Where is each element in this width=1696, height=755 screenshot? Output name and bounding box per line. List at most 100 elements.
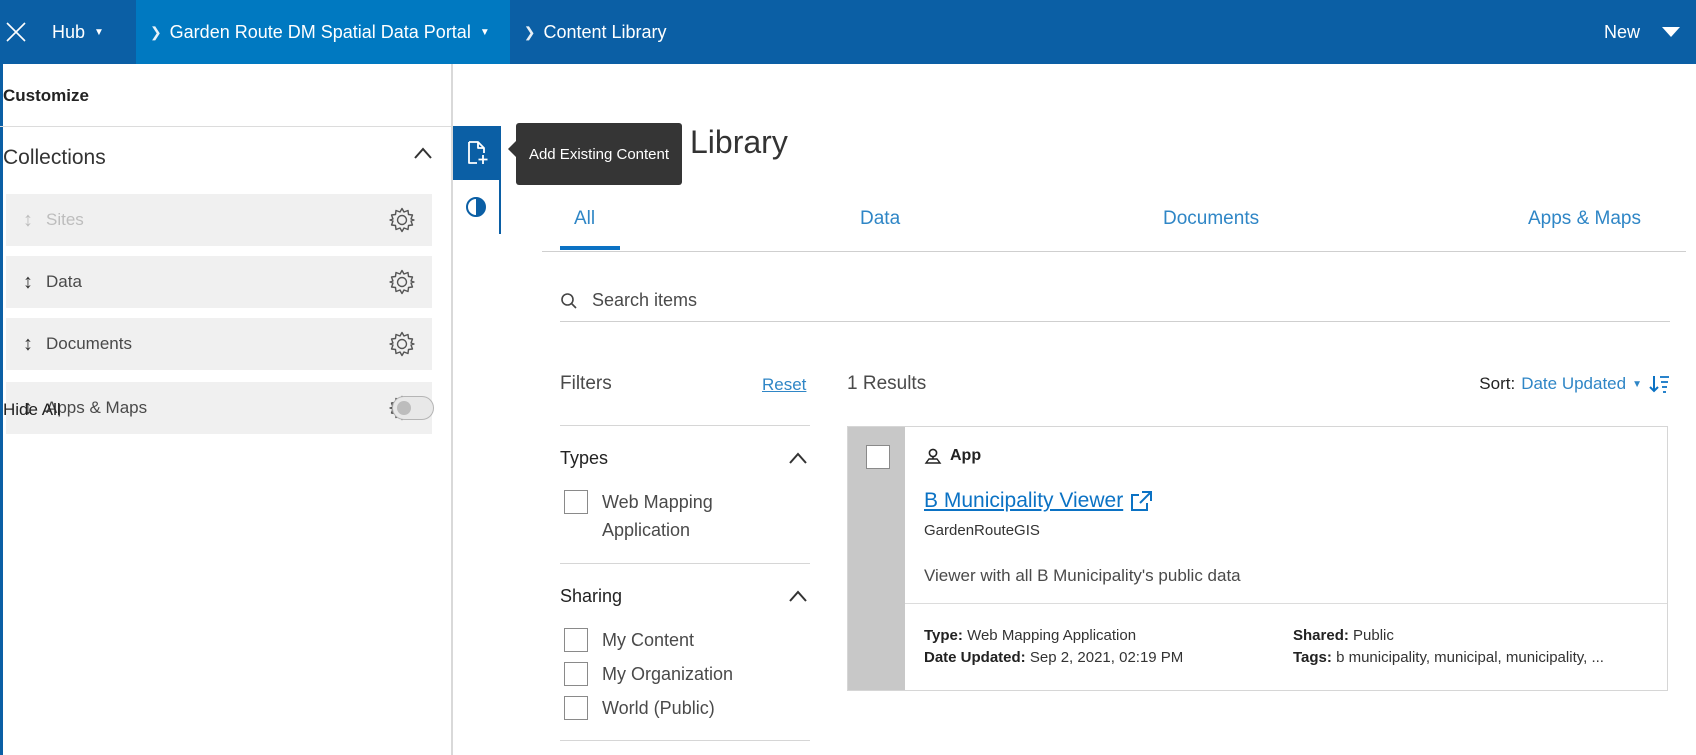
chevron-up-icon[interactable] <box>413 146 433 165</box>
caret-down-icon: ▼ <box>94 26 104 38</box>
drag-handle-icon[interactable]: ↕ <box>6 271 42 294</box>
item-shared-meta: Shared: Public <box>1293 627 1394 644</box>
page-label: Content Library <box>543 21 667 42</box>
item-date-meta: Date Updated: Sep 2, 2021, 02:19 PM <box>924 649 1183 666</box>
meta-value: b municipality, municipal, municipality,… <box>1336 649 1604 666</box>
results-count: 1 Results <box>847 373 927 394</box>
reset-filters-link[interactable]: Reset <box>762 375 806 395</box>
checkbox[interactable] <box>564 662 588 686</box>
checkbox[interactable] <box>564 696 588 720</box>
collections-title: Collections <box>3 146 106 169</box>
search-bar <box>560 280 1670 322</box>
hub-menu[interactable]: Hub ▼ <box>32 0 136 64</box>
filter-option-label: World (Public) <box>602 698 715 718</box>
gear-icon[interactable] <box>372 268 432 296</box>
tab-all[interactable]: All <box>574 208 595 230</box>
meta-label: Type: <box>924 627 963 644</box>
filter-option-label: My Content <box>602 630 695 650</box>
chevron-right-icon: ❯ <box>149 23 162 40</box>
gear-icon[interactable] <box>372 206 432 234</box>
sort-value[interactable]: Date Updated <box>1521 374 1626 394</box>
add-existing-content-button[interactable] <box>453 126 501 180</box>
collection-item-label: Apps & Maps <box>46 398 148 417</box>
filter-option-label: Application <box>602 520 691 540</box>
sort-descending-icon[interactable] <box>1648 374 1670 394</box>
filters-title: Filters <box>560 373 612 394</box>
collection-item-documents[interactable]: ↕ Documents <box>6 318 432 370</box>
meta-value: Sep 2, 2021, 02:19 PM <box>1029 649 1184 666</box>
portal-breadcrumb[interactable]: ❯ Garden Route DM Spatial Data Portal ▼ <box>135 0 510 64</box>
collection-item-apps-maps[interactable]: ↕ Apps & Maps <box>6 382 432 434</box>
meta-label: Tags: <box>1293 649 1332 666</box>
tab-apps-maps[interactable]: Apps & Maps <box>1528 208 1641 230</box>
drag-handle-icon[interactable]: ↕ <box>6 333 42 356</box>
divider <box>0 126 451 127</box>
search-input[interactable] <box>592 290 1492 311</box>
caret-down-icon: ▼ <box>1632 378 1642 390</box>
new-button-label: New <box>1603 21 1640 42</box>
library-tabs: All Data Documents Apps & Maps <box>542 190 1686 252</box>
checkbox[interactable] <box>564 490 588 514</box>
sharing-filter-title: Sharing <box>560 586 623 606</box>
divider <box>905 603 1667 604</box>
sort-label: Sort: <box>1479 374 1516 393</box>
select-checkbox[interactable] <box>866 445 890 469</box>
filter-option-my-content[interactable]: My Content <box>564 626 694 654</box>
meta-value: Web Mapping Application <box>967 627 1137 644</box>
checkbox[interactable] <box>564 628 588 652</box>
divider <box>560 425 810 426</box>
gear-icon[interactable] <box>372 330 432 358</box>
item-description: Viewer with all B Municipality's public … <box>924 566 1241 585</box>
external-link-icon[interactable] <box>1129 490 1153 512</box>
contrast-icon <box>466 197 486 217</box>
close-icon[interactable] <box>0 0 32 64</box>
new-button[interactable]: New <box>1604 0 1696 64</box>
content-library-breadcrumb[interactable]: ❯ Content Library <box>510 0 667 64</box>
item-title: B Municipality Viewer <box>924 489 1124 512</box>
result-card: App B Municipality Viewer GardenRouteGIS… <box>847 426 1668 691</box>
divider <box>560 740 810 741</box>
chevron-up-icon[interactable] <box>788 451 808 470</box>
meta-label: Shared: <box>1293 627 1349 644</box>
meta-label: Date Updated: <box>924 649 1026 666</box>
tab-documents[interactable]: Documents <box>1163 208 1259 230</box>
types-filter-title: Types <box>560 448 609 468</box>
collection-item-data[interactable]: ↕ Data <box>6 256 432 308</box>
divider <box>560 563 810 564</box>
collection-item-label: Documents <box>46 334 132 353</box>
hide-all-label: Hide All <box>3 400 61 419</box>
hide-all-toggle[interactable] <box>392 396 434 420</box>
active-tab-indicator <box>560 246 620 250</box>
page-title: Library <box>690 124 788 160</box>
item-type-badge: App <box>924 447 981 465</box>
drag-handle-icon[interactable]: ↕ <box>6 209 42 232</box>
sort-control[interactable]: Sort: Date Updated ▼ <box>1479 374 1670 394</box>
top-navigation-bar: Hub ▼ ❯ Garden Route DM Spatial Data Por… <box>0 0 1696 64</box>
collection-item-sites[interactable]: ↕ Sites <box>6 194 432 246</box>
add-existing-content-tooltip: Add Existing Content <box>508 123 682 185</box>
theme-button[interactable] <box>453 180 501 234</box>
customize-title: Customize <box>3 86 89 105</box>
card-thumbnail <box>848 427 905 690</box>
portal-label: Garden Route DM Spatial Data Portal <box>169 21 471 42</box>
chevron-up-icon[interactable] <box>788 589 808 608</box>
item-title-link[interactable]: B Municipality Viewer <box>924 489 1153 513</box>
filter-option-web-mapping-application[interactable]: Web Mapping Application <box>564 488 713 544</box>
collection-item-label: Data <box>46 272 82 291</box>
filter-option-world-public[interactable]: World (Public) <box>564 694 715 722</box>
caret-down-icon: ▼ <box>479 26 490 38</box>
chevron-right-icon: ❯ <box>523 23 536 40</box>
filter-option-label: Web Mapping <box>602 492 713 512</box>
item-tags-meta: Tags: b municipality, municipal, municip… <box>1293 649 1604 666</box>
tab-data[interactable]: Data <box>860 208 900 230</box>
item-type-label: App <box>950 447 982 464</box>
meta-value: Public <box>1353 627 1394 644</box>
toggle-knob <box>397 401 411 415</box>
collection-item-label: Sites <box>46 210 84 229</box>
search-icon <box>561 292 577 309</box>
hub-label: Hub <box>52 21 86 42</box>
filter-option-my-organization[interactable]: My Organization <box>564 660 733 688</box>
app-icon <box>924 448 942 464</box>
filter-option-label: My Organization <box>602 664 734 684</box>
item-type-meta: Type: Web Mapping Application <box>924 627 1136 644</box>
